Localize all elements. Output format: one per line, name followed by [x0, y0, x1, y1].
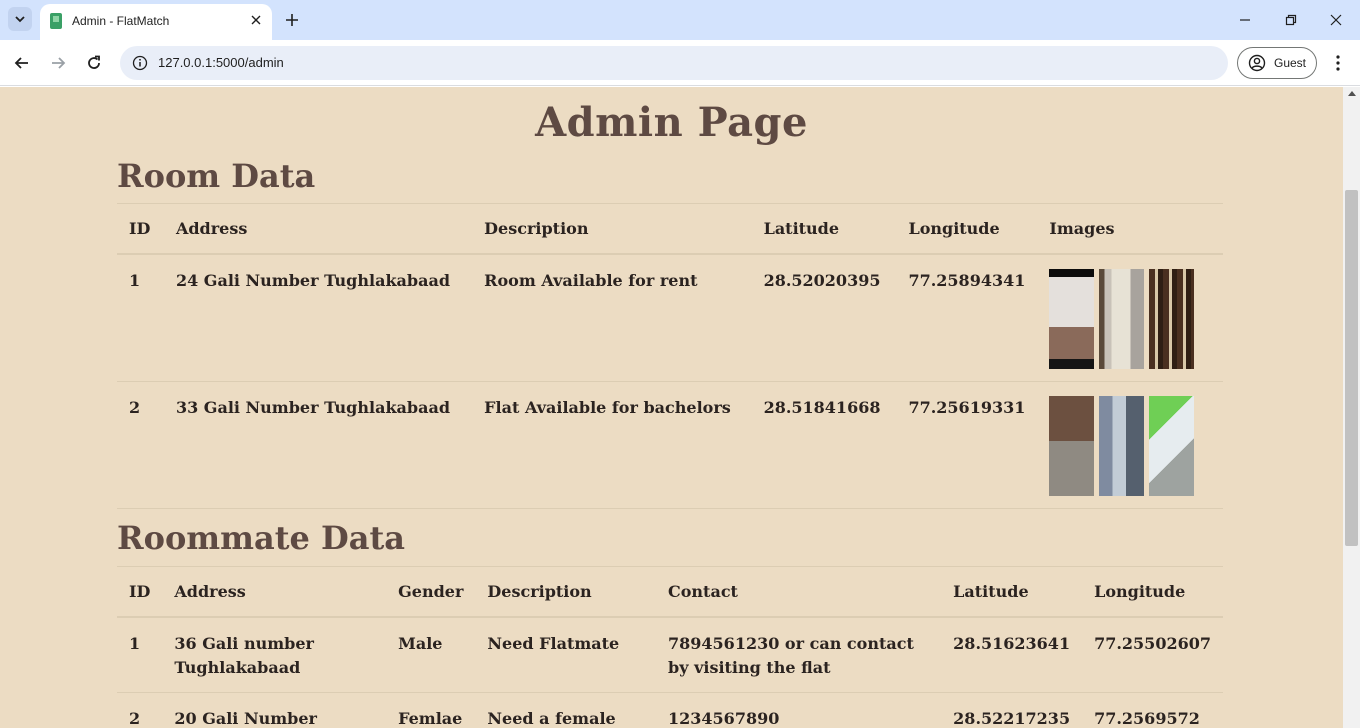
profile-button[interactable]: Guest — [1237, 47, 1317, 79]
profile-label: Guest — [1274, 56, 1307, 70]
info-icon[interactable] — [132, 55, 148, 71]
column-header: Longitude — [896, 203, 1038, 255]
tab-search-button[interactable] — [8, 7, 32, 31]
new-tab-button[interactable] — [282, 10, 302, 30]
roommate-address: 36 Gali number Tughlakabaad — [162, 616, 387, 693]
roommate-description: Need a female — [475, 692, 657, 728]
restore-icon — [1285, 14, 1297, 26]
table-row: 1 36 Gali number Tughlakabaad Male Need … — [117, 616, 1223, 693]
roommate-longitude: 77.2569572 — [1082, 692, 1223, 728]
room-description: Room Available for rent — [472, 253, 752, 382]
roommate-data-table: ID Address Gender Description Contact La… — [117, 566, 1223, 728]
address-bar[interactable]: 127.0.0.1:5000/admin — [120, 46, 1228, 80]
roommate-gender: Femlae — [386, 692, 476, 728]
room-photo[interactable] — [1149, 395, 1195, 496]
close-window-button[interactable] — [1324, 8, 1348, 32]
room-data-table: ID Address Description Latitude Longitud… — [117, 203, 1223, 509]
room-longitude: 77.25619331 — [896, 381, 1038, 509]
room-photo[interactable] — [1049, 268, 1095, 369]
plus-icon — [286, 14, 298, 26]
restore-button[interactable] — [1279, 8, 1303, 32]
minimize-icon — [1240, 19, 1250, 21]
room-photo[interactable] — [1099, 395, 1145, 496]
chevron-down-icon — [15, 16, 25, 23]
column-header: Description — [475, 566, 657, 618]
arrow-right-icon — [52, 57, 66, 69]
table-row: 2 20 Gali Number Femlae Need a female 12… — [117, 692, 1223, 728]
room-id: 1 — [117, 253, 164, 382]
roommate-id: 1 — [117, 616, 163, 693]
room-photo[interactable] — [1049, 395, 1095, 496]
room-address: 24 Gali Number Tughlakabaad — [163, 253, 473, 382]
column-header: Gender — [386, 566, 476, 618]
roommate-contact: 7894561230 or can contact by visiting th… — [656, 616, 942, 693]
browser-toolbar: 127.0.0.1:5000/admin Guest — [0, 40, 1360, 86]
roommate-data-heading: Roommate Data — [117, 519, 406, 557]
roommate-contact: 1234567890 — [656, 692, 942, 728]
scrollbar-thumb[interactable] — [1345, 190, 1358, 546]
column-header: Contact — [656, 566, 942, 618]
roommate-latitude: 28.51623641 — [941, 616, 1083, 693]
room-images — [1037, 253, 1223, 382]
column-header: Latitude — [941, 566, 1083, 618]
vertical-scrollbar[interactable] — [1343, 87, 1360, 728]
close-icon — [251, 15, 261, 25]
roommate-address: 20 Gali Number — [162, 692, 387, 728]
column-header: Longitude — [1082, 566, 1223, 618]
page-viewport: Admin Page Room Data ID Address Descript… — [0, 87, 1343, 728]
table-row: 1 24 Gali Number Tughlakabaad Room Avail… — [117, 253, 1223, 382]
table-header-row: ID Address Description Latitude Longitud… — [117, 203, 1223, 255]
tab-strip: Admin - FlatMatch — [0, 0, 1360, 40]
column-header: Description — [472, 203, 752, 255]
table-row: 2 33 Gali Number Tughlakabaad Flat Avail… — [117, 381, 1223, 509]
column-header: Latitude — [751, 203, 897, 255]
roommate-latitude: 28.52217235 — [941, 692, 1083, 728]
reload-icon — [88, 55, 100, 69]
browser-menu-button[interactable] — [1328, 51, 1348, 75]
more-vert-icon — [1336, 55, 1340, 71]
column-header: Images — [1037, 203, 1223, 255]
column-header: ID — [117, 566, 163, 618]
account-circle-icon — [1248, 54, 1266, 72]
room-longitude: 77.25894341 — [896, 253, 1038, 382]
roommate-description: Need Flatmate — [475, 616, 657, 693]
forward-button[interactable] — [46, 51, 70, 75]
column-header: Address — [162, 566, 387, 618]
room-latitude: 28.52020395 — [751, 253, 897, 382]
tab-close-button[interactable] — [248, 12, 264, 28]
room-latitude: 28.51841668 — [751, 381, 897, 509]
column-header: ID — [117, 203, 164, 255]
close-icon — [1330, 14, 1342, 26]
roommate-longitude: 77.25502607 — [1082, 616, 1223, 693]
room-photo[interactable] — [1099, 268, 1145, 369]
url-text[interactable]: 127.0.0.1:5000/admin — [158, 55, 284, 70]
room-id: 2 — [117, 381, 164, 509]
room-photo[interactable] — [1149, 268, 1195, 369]
column-header: Address — [163, 203, 473, 255]
room-description: Flat Available for bachelors — [472, 381, 752, 509]
roommate-id: 2 — [117, 692, 163, 728]
page-title: Admin Page — [535, 99, 808, 146]
arrow-left-icon — [14, 57, 28, 69]
reload-button[interactable] — [82, 51, 106, 75]
scroll-up-arrow-icon[interactable] — [1348, 91, 1356, 96]
favicon-icon — [50, 13, 62, 29]
room-data-heading: Room Data — [117, 157, 316, 195]
back-button[interactable] — [10, 51, 34, 75]
roommate-gender: Male — [386, 616, 476, 693]
tab-title: Admin - FlatMatch — [72, 14, 170, 28]
table-header-row: ID Address Gender Description Contact La… — [117, 566, 1223, 618]
active-tab[interactable]: Admin - FlatMatch — [40, 4, 272, 40]
room-address: 33 Gali Number Tughlakabaad — [163, 381, 473, 509]
minimize-button[interactable] — [1233, 8, 1257, 32]
room-images — [1037, 381, 1223, 509]
